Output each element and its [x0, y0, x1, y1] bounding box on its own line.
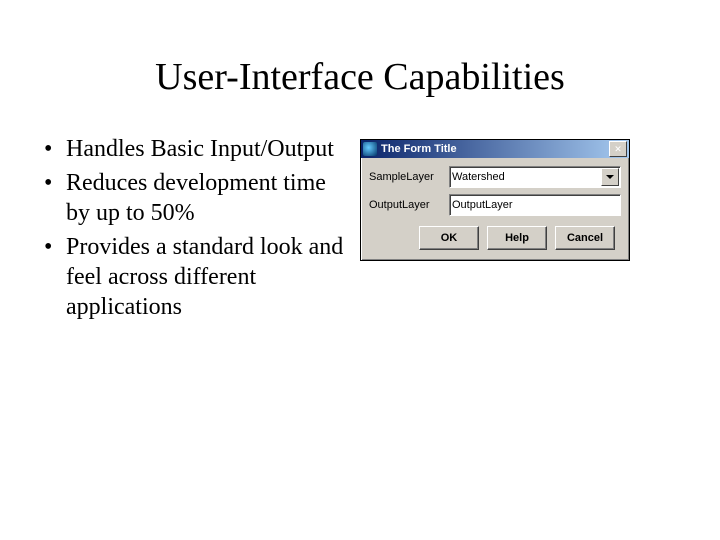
chevron-down-icon[interactable]	[601, 168, 619, 186]
output-layer-row: OutputLayer OutputLayer	[369, 194, 621, 216]
window-title: The Form Title	[381, 143, 607, 155]
sample-layer-label: SampleLayer	[369, 171, 449, 183]
sample-layer-value: Watershed	[452, 171, 505, 183]
dialog-window: The Form Title ✕ SampleLayer Watershed O…	[360, 139, 630, 261]
button-row: OK Help Cancel	[369, 226, 621, 250]
sample-layer-row: SampleLayer Watershed	[369, 166, 621, 188]
sample-layer-dropdown[interactable]: Watershed	[449, 166, 621, 188]
help-button[interactable]: Help	[487, 226, 547, 250]
slide-title: User-Interface Capabilities	[0, 0, 720, 134]
app-icon	[363, 142, 377, 156]
bullet-item: Reduces development time by up to 50%	[62, 168, 350, 228]
output-layer-label: OutputLayer	[369, 199, 449, 211]
dialog-screenshot: The Form Title ✕ SampleLayer Watershed O…	[360, 134, 630, 261]
titlebar: The Form Title ✕	[361, 140, 629, 158]
cancel-button[interactable]: Cancel	[555, 226, 615, 250]
slide: User-Interface Capabilities Handles Basi…	[0, 0, 720, 540]
bullet-item: Provides a standard look and feel across…	[62, 232, 350, 322]
bullet-item: Handles Basic Input/Output	[62, 134, 350, 164]
bullet-list: Handles Basic Input/Output Reduces devel…	[40, 134, 360, 326]
output-layer-input[interactable]: OutputLayer	[449, 194, 621, 216]
close-icon[interactable]: ✕	[609, 141, 627, 157]
slide-body: Handles Basic Input/Output Reduces devel…	[0, 134, 720, 326]
form-body: SampleLayer Watershed OutputLayer Output…	[361, 158, 629, 260]
ok-button[interactable]: OK	[419, 226, 479, 250]
output-layer-value: OutputLayer	[452, 199, 513, 211]
